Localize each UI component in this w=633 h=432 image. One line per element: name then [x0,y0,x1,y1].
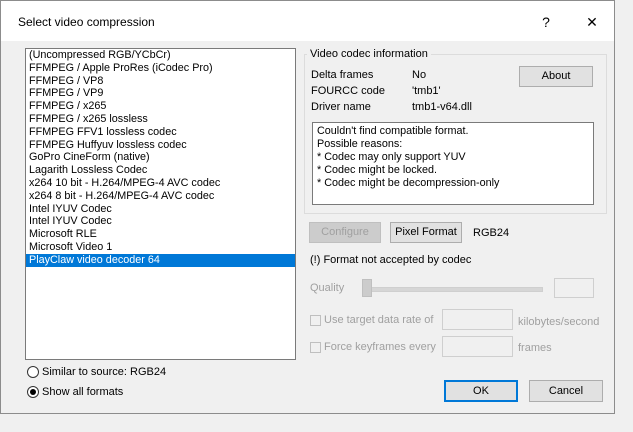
fourcc-label: FOURCC code [311,85,385,97]
codec-message-box: Couldn't find compatible format. Possibl… [312,122,594,205]
force-keyframes-checkbox[interactable] [310,342,321,353]
codec-list-item[interactable]: x264 10 bit - H.264/MPEG-4 AVC codec [26,177,295,190]
target-data-rate-label: Use target data rate of [324,314,434,326]
force-keyframes-unit: frames [518,342,552,354]
title-bar: Select video compression ? ✕ [1,1,614,41]
window-title: Select video compression [18,15,155,29]
force-keyframes-input[interactable] [442,336,513,357]
quality-input[interactable] [554,278,594,298]
cancel-button[interactable]: Cancel [529,380,603,402]
codec-list-item[interactable]: FFMPEG / x265 [26,100,295,113]
close-button[interactable]: ✕ [575,9,609,35]
codec-list-item[interactable]: FFMPEG FFV1 lossless codec [26,126,295,139]
codec-list-item[interactable]: FFMPEG / VP8 [26,75,295,88]
codec-list-item[interactable]: PlayClaw video decoder 64 [26,253,295,267]
help-button[interactable]: ? [529,9,563,35]
codec-list-item[interactable]: Microsoft Video 1 [26,241,295,254]
codec-list-item[interactable]: Intel IYUV Codec [26,203,295,216]
codec-list-item[interactable]: GoPro CineForm (native) [26,151,295,164]
similar-to-source-radio[interactable] [27,366,39,378]
dialog-window: Select video compression ? ✕ (Uncompress… [0,0,615,414]
codec-list-item[interactable]: (Uncompressed RGB/YCbCr) [26,49,295,62]
codec-info-group-label: Video codec information [307,48,431,60]
target-data-rate-unit: kilobytes/second [518,316,600,328]
codec-list-item[interactable]: FFMPEG / x265 lossless [26,113,295,126]
codec-list-item[interactable]: Microsoft RLE [26,228,295,241]
message-line: * Codec may only support YUV [317,151,466,163]
show-all-formats-label: Show all formats [42,386,124,398]
similar-to-source-label: Similar to source: RGB24 [42,366,167,378]
radio-selected-dot [30,389,36,395]
configure-button[interactable]: Configure [309,222,381,243]
codec-list-item[interactable]: Lagarith Lossless Codec [26,164,295,177]
codec-list-item[interactable]: FFMPEG Huffyuv lossless codec [26,139,295,152]
target-data-rate-input[interactable] [442,309,513,330]
message-line: * Codec might be decompression-only [317,177,500,189]
delta-frames-label: Delta frames [311,69,374,81]
pixel-format-value: RGB24 [473,227,510,239]
message-line: Couldn't find compatible format. [317,125,469,137]
codec-list-item[interactable]: FFMPEG / Apple ProRes (iCodec Pro) [26,62,295,75]
quality-slider-track[interactable] [363,287,543,292]
ok-button[interactable]: OK [444,380,518,402]
delta-frames-value: No [412,69,427,81]
format-warning: (!) Format not accepted by codec [310,254,472,266]
pixel-format-button[interactable]: Pixel Format [390,222,462,243]
target-data-rate-checkbox[interactable] [310,315,321,326]
codec-list-item[interactable]: x264 8 bit - H.264/MPEG-4 AVC codec [26,190,295,203]
driver-name-value: tmb1-v64.dll [412,101,472,113]
fourcc-value: 'tmb1' [412,85,441,97]
message-line: Possible reasons: [317,138,403,150]
message-line: * Codec might be locked. [317,164,438,176]
about-button[interactable]: About [519,66,593,87]
driver-name-label: Driver name [311,101,371,113]
show-all-formats-radio[interactable] [27,386,39,398]
quality-label: Quality [310,282,345,294]
quality-slider-thumb[interactable] [362,279,372,297]
force-keyframes-label: Force keyframes every [324,341,436,353]
codec-list-item[interactable]: FFMPEG / VP9 [26,87,295,100]
codec-list-item[interactable]: Intel IYUV Codec [26,215,295,228]
codec-list[interactable]: (Uncompressed RGB/YCbCr) FFMPEG / Apple P… [25,48,296,360]
